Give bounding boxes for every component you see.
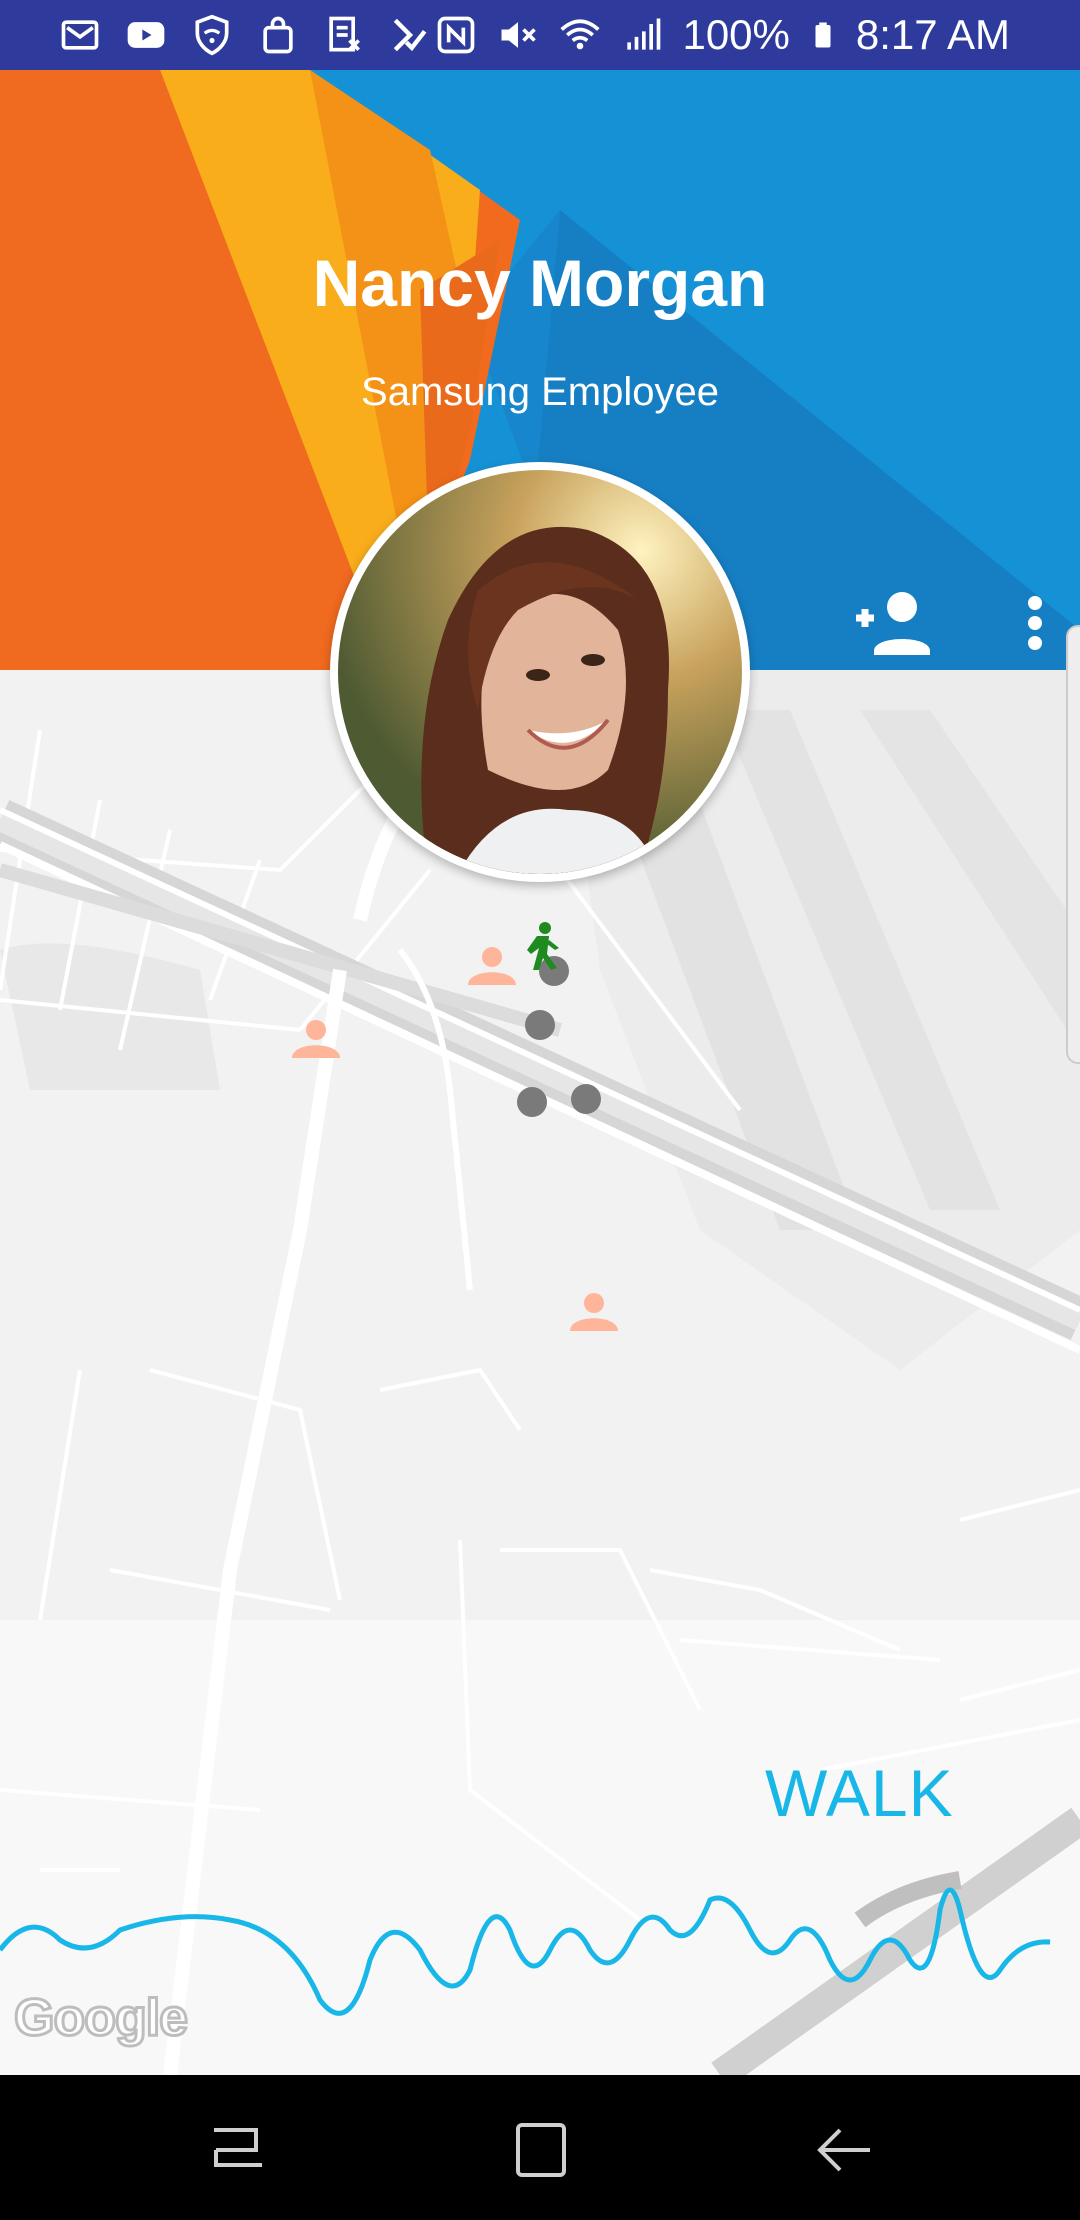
nfc-icon	[438, 16, 475, 54]
add-contact-button[interactable]	[850, 585, 940, 665]
person-add-icon	[856, 592, 930, 655]
clock: 8:17 AM	[855, 11, 1010, 58]
activity-label: WALK	[765, 1756, 954, 1830]
signal-icon	[627, 18, 661, 50]
shield-wifi-icon	[195, 14, 229, 56]
profile-avatar	[330, 462, 750, 882]
profile-name: Nancy Morgan	[312, 246, 768, 320]
mute-icon	[501, 22, 537, 48]
shopping-bag-icon	[263, 16, 293, 54]
system-status: 100% 8:17 AM	[434, 10, 1010, 60]
status-bar: 100% 8:17 AM	[0, 0, 1080, 70]
recent-apps-button[interactable]	[194, 2105, 284, 2195]
battery-icon	[815, 22, 831, 48]
profile-role: Samsung Employee	[361, 370, 719, 414]
home-button[interactable]	[496, 2105, 586, 2195]
home-icon	[516, 2123, 566, 2177]
back-button[interactable]	[800, 2105, 890, 2195]
recents-icon	[214, 2128, 262, 2167]
battery-percent: 100%	[682, 11, 790, 58]
more-vert-icon	[1028, 596, 1042, 650]
email-icon	[61, 20, 99, 50]
back-arrow-icon	[817, 2128, 870, 2172]
youtube-icon	[127, 22, 165, 48]
google-attribution: Google	[12, 1988, 189, 2049]
receipt-icon	[329, 16, 360, 52]
wifi-icon	[560, 19, 601, 50]
edge-panel-handle[interactable]	[1066, 625, 1080, 1064]
more-options-button[interactable]	[1010, 585, 1060, 665]
avatar-photo	[338, 470, 742, 874]
task-check-icon	[393, 18, 427, 52]
navigation-bar	[0, 2075, 1080, 2220]
notification-icons	[58, 14, 432, 56]
